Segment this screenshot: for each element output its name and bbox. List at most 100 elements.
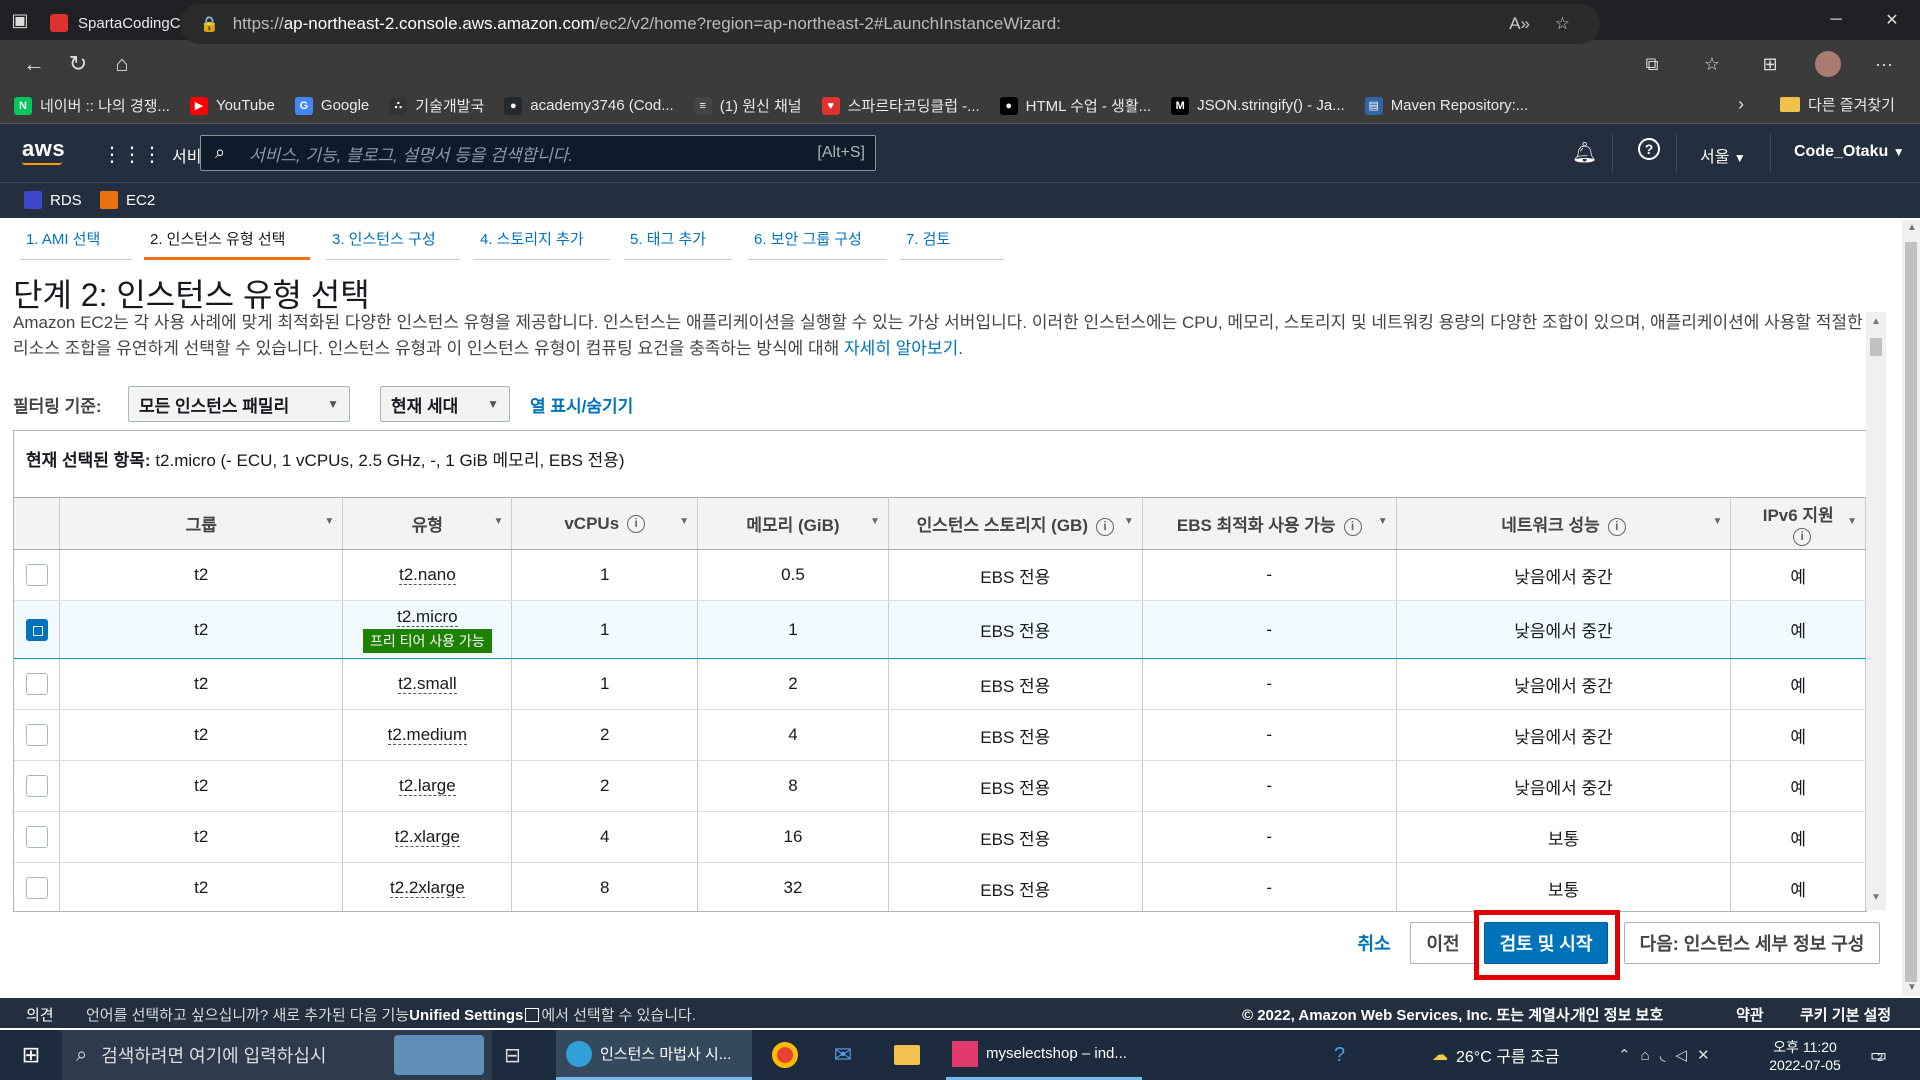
instance-type-name[interactable]: t2.2xlarge — [390, 878, 465, 898]
table-row[interactable]: t2 t2.2xlarge 8 32 EBS 전용 - 보통 예 — [14, 862, 1866, 911]
taskbar-intellij[interactable]: myselectshop – ind... — [946, 1030, 1142, 1080]
favorites-icon[interactable]: ☆ — [1692, 44, 1732, 84]
system-tray-icons[interactable]: ⌃⌂◟◁✕ — [1618, 1030, 1720, 1080]
generation-select[interactable]: 현재 세대 ▼ — [380, 386, 510, 422]
row-checkbox-cell[interactable] — [14, 709, 61, 761]
instance-family-select[interactable]: 모든 인스턴스 패밀리 ▼ — [128, 386, 350, 422]
bell-icon[interactable]: 🔔︎ — [1572, 140, 1597, 165]
task-view-icon[interactable]: ⊟ — [504, 1030, 534, 1080]
home-icon[interactable]: ⌂ — [100, 44, 144, 84]
instance-type-name[interactable]: t2.large — [399, 776, 456, 796]
wizard-step[interactable]: 5. 태그 추가 — [624, 228, 732, 260]
table-scrollbar-thumb[interactable] — [1870, 338, 1882, 356]
toggle-columns-link[interactable]: 열 표시/숨기기 — [530, 392, 633, 417]
help-icon[interactable]: ? — [1638, 138, 1660, 160]
row-checkbox[interactable] — [25, 618, 48, 641]
instance-type-name[interactable]: t2.nano — [398, 565, 456, 585]
row-checkbox[interactable] — [25, 826, 48, 848]
sort-icon[interactable]: ▼ — [870, 516, 880, 527]
restore-icon[interactable] — [1752, 0, 1808, 40]
favorite-star-icon[interactable]: ☆ — [1555, 14, 1570, 34]
minimize-icon[interactable]: ─ — [1808, 0, 1864, 40]
favorite-rds[interactable]: RDS — [24, 191, 82, 209]
profile-avatar[interactable] — [1808, 44, 1848, 84]
wizard-step[interactable]: 3. 인스턴스 구성 — [326, 228, 460, 260]
instance-type-name[interactable]: t2.micro — [397, 606, 458, 627]
wizard-step[interactable]: 4. 스토리지 추가 — [474, 228, 610, 260]
column-header[interactable]: 유형 ▼ — [342, 497, 513, 550]
row-checkbox[interactable] — [25, 724, 48, 746]
read-aloud-icon[interactable]: A» — [1509, 14, 1530, 34]
next-configure-button[interactable]: 다음: 인스턴스 세부 정보 구성 — [1624, 922, 1880, 964]
back-icon[interactable]: ← — [12, 44, 56, 84]
bookmark-item[interactable]: ● academy3746 (Cod... — [504, 96, 674, 115]
cancel-button[interactable]: 취소 — [1346, 922, 1402, 964]
info-icon[interactable]: i — [1607, 517, 1626, 536]
row-checkbox-cell[interactable] — [14, 549, 61, 601]
collections-icon[interactable]: ⊞ — [1750, 44, 1790, 84]
file-explorer-icon[interactable] — [890, 1030, 924, 1080]
column-header[interactable]: 그룹 ▼ — [59, 497, 344, 550]
taskbar-edge[interactable]: 인스턴스 마법사 시... — [556, 1030, 752, 1080]
sort-icon[interactable]: ▼ — [324, 516, 334, 527]
instance-type-name[interactable]: t2.small — [398, 674, 457, 694]
column-header[interactable]: 메모리 (GiB) ▼ — [697, 497, 889, 550]
close-window-icon[interactable]: ✕ — [1864, 0, 1920, 40]
clock[interactable]: 오후 11:20 2022-07-05 — [1760, 1030, 1850, 1080]
region-selector[interactable]: 서울 ▼ — [1700, 143, 1746, 167]
table-row[interactable]: t2 t2.small 1 2 EBS 전용 - 낮음에서 중간 예 — [14, 658, 1866, 710]
aws-logo[interactable]: aws — [22, 136, 65, 162]
aws-search-input[interactable]: ⌕ 서비스, 기능, 블로그, 설명서 등을 검색합니다. [Alt+S] — [200, 135, 876, 171]
wizard-step[interactable]: 6. 보안 그룹 구성 — [748, 228, 886, 260]
row-checkbox-cell[interactable] — [14, 811, 61, 863]
info-icon[interactable]: i — [1343, 517, 1362, 536]
row-checkbox-cell[interactable] — [14, 600, 61, 659]
extensions-icon[interactable]: ⧉ — [1632, 44, 1672, 84]
instance-type-name[interactable]: t2.medium — [387, 725, 468, 745]
info-icon[interactable]: i — [1793, 527, 1812, 546]
scroll-down-icon[interactable]: ▼ — [1907, 982, 1917, 993]
sort-icon[interactable]: ▼ — [1713, 516, 1723, 527]
bookmark-item[interactable]: N 네이버 :: 나의 경쟁... — [14, 95, 170, 116]
sort-icon[interactable]: ▼ — [493, 516, 503, 527]
privacy-link[interactable]: 개인 정보 보호 — [1572, 1004, 1663, 1025]
bookmark-item[interactable]: G Google — [294, 96, 369, 115]
row-checkbox[interactable] — [25, 564, 48, 586]
previous-button[interactable]: 이전 — [1410, 922, 1476, 964]
cookie-settings-link[interactable]: 쿠키 기본 설정 — [1800, 1004, 1891, 1025]
table-scrollbar[interactable]: ▲ ▼ — [1866, 312, 1886, 910]
bookmark-item[interactable]: ▶ YouTube — [189, 96, 275, 115]
sort-icon[interactable]: ▼ — [1124, 516, 1134, 527]
wizard-step[interactable]: 7. 검토 — [900, 228, 1004, 260]
review-and-launch-button[interactable]: 검토 및 시작 — [1484, 922, 1608, 964]
column-header[interactable]: 인스턴스 스토리지 (GB) i ▼ — [888, 497, 1143, 550]
learn-more-link[interactable]: 자세히 알아보기 — [844, 339, 958, 358]
scroll-up-icon[interactable]: ▲ — [1907, 222, 1917, 233]
mail-icon[interactable]: ✉ — [826, 1030, 860, 1080]
bookmark-item[interactable]: ∴ 기술개발국 — [389, 95, 484, 116]
table-row[interactable]: t2 t2.large 2 8 EBS 전용 - 낮음에서 중간 예 — [14, 760, 1866, 812]
other-favorites[interactable]: 다른 즐겨찾기 — [1780, 94, 1895, 115]
row-checkbox[interactable] — [25, 673, 48, 695]
feedback-link[interactable]: 의견 — [26, 1004, 54, 1025]
column-header[interactable]: vCPUs i ▼ — [511, 497, 699, 550]
bookmark-item[interactable]: M JSON.stringify() - Ja... — [1171, 96, 1345, 115]
scroll-up-icon[interactable]: ▲ — [1871, 316, 1881, 327]
url-field[interactable]: 🔒 https://ap-northeast-2.console.aws.ama… — [180, 4, 1600, 44]
table-row[interactable]: t2 t2.nano 1 0.5 EBS 전용 - 낮음에서 중간 예 — [14, 549, 1866, 601]
row-checkbox-cell[interactable] — [14, 862, 61, 911]
terms-link[interactable]: 약관 — [1736, 1004, 1764, 1025]
sort-icon[interactable]: ▼ — [1847, 516, 1857, 527]
bookmark-item[interactable]: ♥ 스파르타코딩클럽 -... — [821, 95, 980, 116]
column-header[interactable]: IPv6 지원 i ▼ — [1730, 497, 1866, 550]
wizard-step[interactable]: 1. AMI 선택 — [20, 228, 132, 260]
account-menu[interactable]: Code_Otaku ▼ — [1794, 143, 1905, 161]
page-scrollbar-thumb[interactable] — [1905, 242, 1917, 982]
row-checkbox-cell[interactable] — [14, 760, 61, 812]
bookmark-item[interactable]: ● HTML 수업 - 생활... — [999, 95, 1151, 116]
settings-more-icon[interactable]: ··· — [1864, 44, 1904, 84]
refresh-icon[interactable]: ↻ — [56, 44, 100, 84]
column-header[interactable]: 네트워크 성능 i ▼ — [1396, 497, 1732, 550]
page-scrollbar[interactable]: ▲ ▼ — [1902, 220, 1920, 996]
table-row[interactable]: t2 t2.medium 2 4 EBS 전용 - 낮음에서 중간 예 — [14, 709, 1866, 761]
